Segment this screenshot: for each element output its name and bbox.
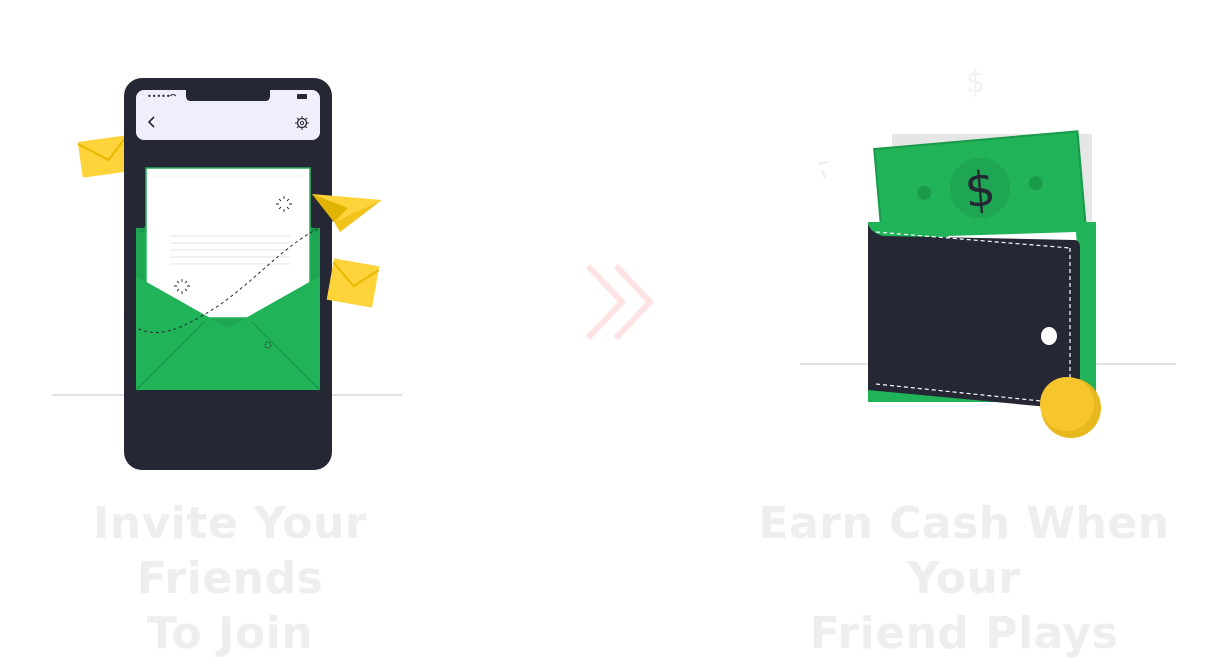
wallet-front [868,224,1080,410]
faint-dollar-sparkle: $ [966,65,985,100]
faint-sparkle [817,161,829,179]
bill-symbol: $ [963,161,998,219]
wallet-clasp [1041,327,1057,345]
earn-caption-line2: Friend Plays [809,608,1119,659]
battery-icon [297,94,307,99]
status-dots: ••••• [147,92,171,101]
earn-caption-line1: Earn Cash When Your [758,498,1170,604]
wallet-cash-illustration: $ $ [800,65,1176,438]
letter-paper [145,167,311,319]
invite-caption-line2: To Join [146,608,314,659]
double-chevron-right-icon [585,263,655,341]
earn-caption: Earn Cash When Your Friend Plays [700,496,1228,661]
step-invite: ••••• Invite Your Friends To Join [0,0,460,659]
phone-invite-illustration: ••••• [52,78,402,470]
mail-icon-right [326,258,380,308]
step-earn: $ $ Earn Cash When Your Friend Plays [700,0,1228,659]
invite-caption: Invite Your Friends To Join [0,496,460,661]
phone-notch [186,88,270,101]
invite-caption-line1: Invite Your Friends [92,498,368,604]
